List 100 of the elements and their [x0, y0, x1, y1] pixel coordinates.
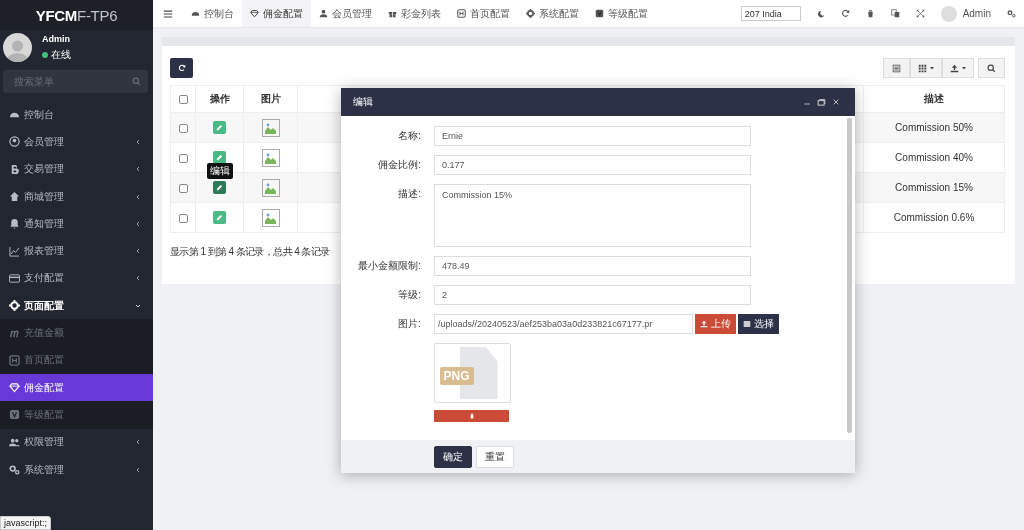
search-button[interactable]	[978, 58, 1005, 78]
row-checkbox[interactable]	[178, 153, 188, 163]
home-icon	[9, 191, 20, 203]
sidebar-item[interactable]: 通知管理	[0, 210, 153, 238]
column-header[interactable]: 操作	[195, 85, 244, 113]
description-field[interactable]: Commission 15%	[434, 184, 751, 247]
line-chart-icon	[9, 245, 20, 257]
text-field[interactable]: 0.177	[434, 155, 751, 175]
tooltip: 编辑	[206, 163, 233, 179]
list-view-icon	[892, 63, 901, 73]
nav-tab[interactable]: 控制台	[183, 0, 242, 27]
diamond-icon	[250, 9, 259, 18]
list-icon	[743, 320, 751, 328]
chevron-left-icon	[135, 138, 141, 145]
fullscreen-icon	[915, 9, 925, 18]
nav-tab[interactable]: 彩金列表	[380, 0, 449, 27]
search-icon	[132, 77, 141, 86]
credit-card-icon	[9, 272, 20, 284]
pencil-icon	[216, 124, 223, 131]
language-field[interactable]: 207 India	[740, 6, 801, 21]
sidebar-item[interactable]: 系统管理	[0, 455, 153, 484]
sidebar-subitem[interactable]: 等级配置	[0, 401, 153, 429]
nav-tab[interactable]: 会员管理	[311, 0, 380, 27]
confirm-button[interactable]: 确定	[434, 445, 472, 468]
user-circle-icon	[9, 136, 20, 148]
square-h-icon	[9, 354, 20, 366]
sidebar-item[interactable]: 会员管理	[0, 128, 153, 156]
sidebar-item[interactable]: 页面配置	[0, 292, 153, 320]
scrollbar-thumb[interactable]	[847, 118, 852, 433]
pencil-icon	[216, 184, 223, 191]
export-button[interactable]	[942, 58, 974, 78]
status-link-text: javascript:;	[0, 516, 51, 530]
nav-tab[interactable]: 系统配置	[518, 0, 587, 27]
search-icon	[987, 63, 996, 73]
chevron-left-icon	[135, 248, 141, 255]
field-label: 名称:	[397, 129, 422, 143]
sidebar-item[interactable]: 权限管理	[0, 428, 153, 456]
bell-icon	[9, 218, 20, 230]
nav-tab[interactable]: 佣金配置	[242, 0, 311, 27]
bitcoin-icon	[9, 163, 20, 175]
dialog-title: 编辑	[353, 95, 374, 109]
row-checkbox[interactable]	[178, 213, 188, 223]
sidebar-item[interactable]: 控制台	[0, 101, 153, 129]
nav-tab[interactable]: 首页配置	[449, 0, 518, 27]
close-icon	[832, 98, 840, 106]
gears-icon	[9, 464, 20, 475]
columns-button[interactable]	[910, 58, 942, 78]
reset-button[interactable]: 重置	[476, 445, 514, 468]
sidebar-item[interactable]: 商城管理	[0, 182, 153, 211]
pagination-summary: 显示第 1 到第 4 条记录，总共 4 条记录	[170, 245, 331, 259]
square-v-icon	[595, 9, 604, 18]
upload-icon	[949, 63, 959, 73]
card-view-button[interactable]	[883, 58, 910, 78]
broken-image-icon	[261, 178, 280, 197]
sidebar-item[interactable]: 支付配置	[0, 264, 153, 293]
sidebar-subitem[interactable]: 首页配置	[0, 346, 153, 374]
sidebar-item[interactable]: 报表管理	[0, 237, 153, 265]
broken-image-icon	[261, 148, 280, 167]
text-field[interactable]: 478.49	[434, 256, 751, 276]
refresh-icon	[177, 64, 186, 72]
caret-icon	[960, 65, 967, 71]
row-checkbox[interactable]	[178, 123, 188, 133]
grid-icon	[917, 63, 927, 73]
chevron-left-icon	[135, 220, 141, 227]
column-header[interactable]: 图片	[243, 85, 298, 113]
row-checkbox[interactable]	[178, 183, 188, 193]
text-field[interactable]: 2	[434, 285, 751, 305]
chevron-down-icon	[135, 302, 141, 309]
refresh-button[interactable]	[170, 58, 193, 78]
refresh-icon	[840, 9, 850, 18]
avatar-circle	[940, 5, 957, 22]
gear-icon	[9, 300, 20, 312]
image-path-field[interactable]: /uploads//20240523/aef253ba03a0d233821c67177.pr	[434, 314, 693, 334]
column-header[interactable]: 描述	[863, 85, 1005, 113]
chevron-left-icon	[135, 275, 141, 282]
nav-tab[interactable]: 等级配置	[587, 0, 656, 27]
upload-button[interactable]: 上传	[695, 314, 736, 334]
sidebar-subitem[interactable]: 佣金配置	[0, 373, 153, 402]
maximize-button[interactable]	[814, 97, 829, 107]
chevron-left-icon	[135, 439, 141, 446]
caret-icon	[928, 65, 935, 71]
chevron-left-icon	[135, 166, 141, 173]
menu-icon	[163, 8, 173, 19]
field-label: 最小金额限制:	[357, 259, 422, 273]
users-icon	[9, 436, 20, 448]
user-name[interactable]: Admin	[962, 8, 991, 19]
chevron-left-icon	[135, 466, 141, 473]
sidebar-subitem[interactable]: 充值金额	[0, 319, 153, 347]
translate-icon	[890, 9, 900, 18]
status-text: 在线	[51, 47, 71, 62]
table-cell: Commission 0.6%	[863, 202, 1005, 233]
settings-icon	[1007, 9, 1016, 18]
user-name: Admin	[42, 33, 71, 44]
select-all-checkbox[interactable]	[178, 95, 188, 105]
gear-icon	[526, 9, 535, 18]
choose-button[interactable]: 选择	[738, 314, 779, 334]
square-v-icon	[9, 409, 20, 421]
table-cell: Commission 15%	[863, 172, 1005, 203]
text-field[interactable]: Ernie	[434, 126, 751, 146]
sidebar-item[interactable]: 交易管理	[0, 155, 153, 183]
